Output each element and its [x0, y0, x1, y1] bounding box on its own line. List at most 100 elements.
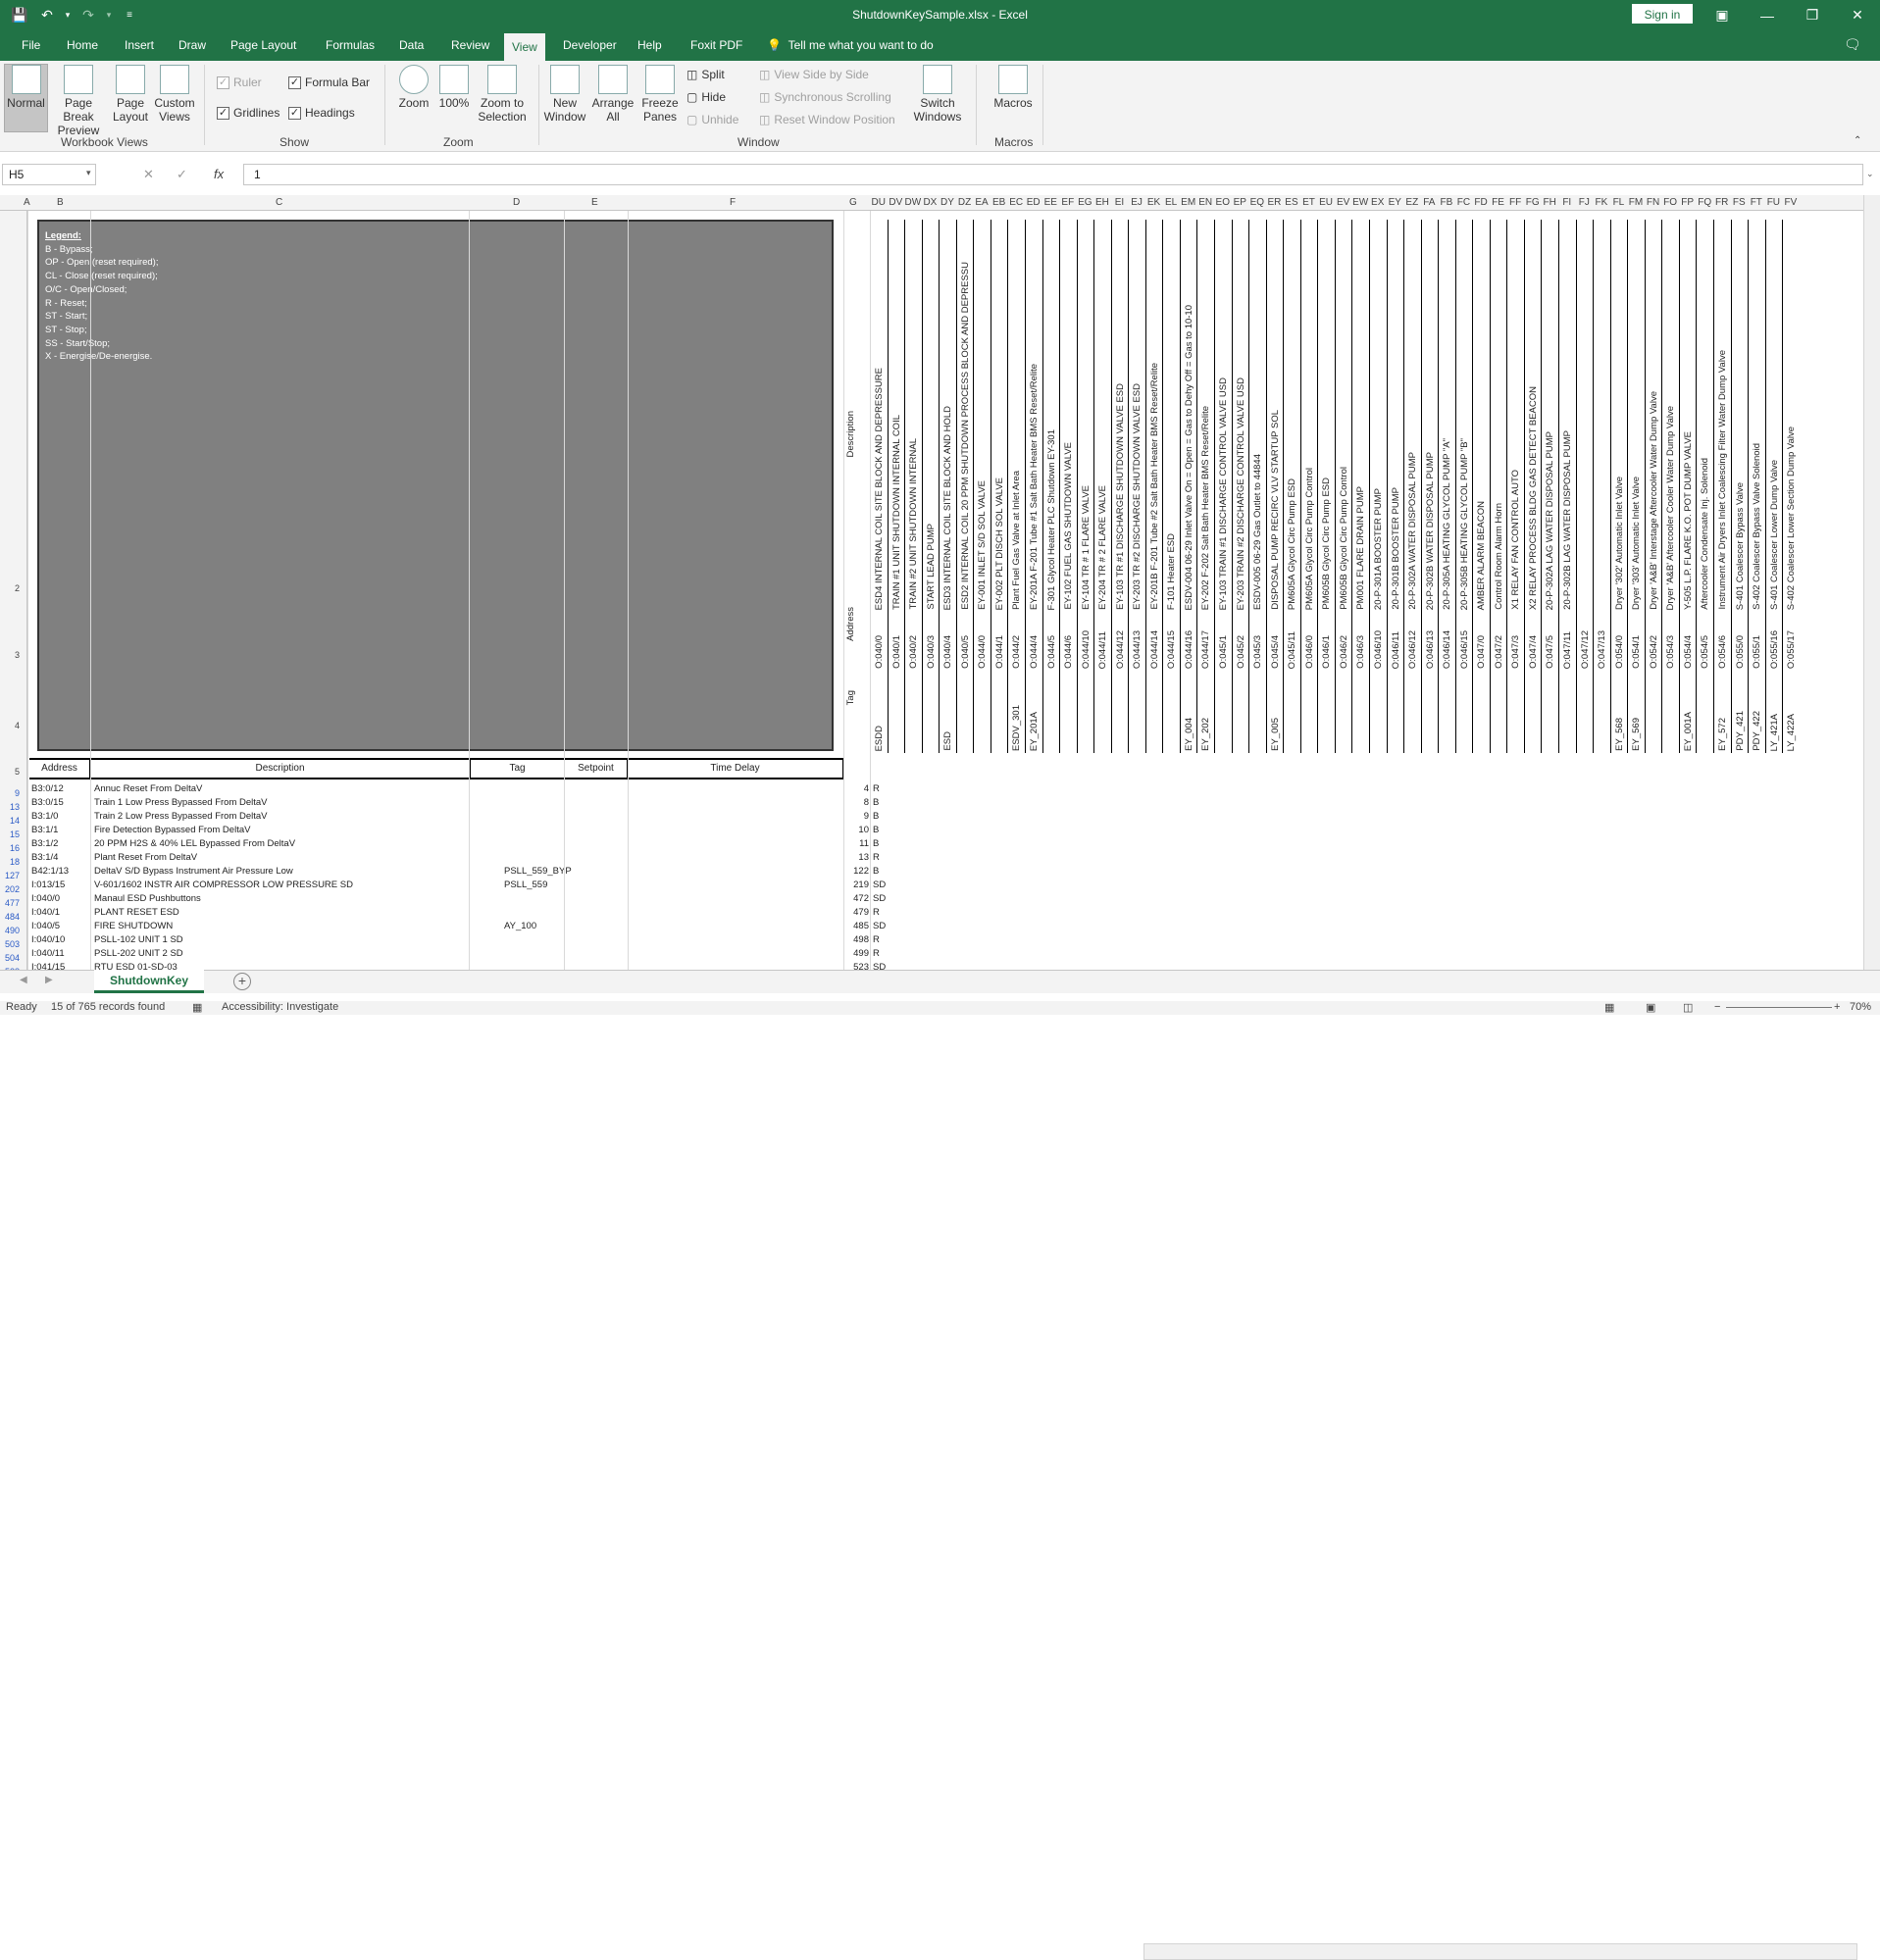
macro-record-icon[interactable]: ▦	[192, 1001, 202, 1014]
cell-du[interactable]: SD	[873, 961, 890, 970]
cancel-icon[interactable]: ✕	[143, 164, 154, 185]
scroll-tabs-right-icon[interactable]: ▶	[45, 975, 53, 985]
column-header[interactable]: FK	[1593, 197, 1610, 208]
cell-address[interactable]: B3:1/4	[31, 851, 88, 865]
accessibility-status[interactable]: Accessibility: Investigate	[222, 1001, 338, 1013]
scroll-tabs-left-icon[interactable]: ◀	[20, 975, 27, 985]
cell-g[interactable]: 498	[843, 933, 869, 947]
row-header[interactable]: 18	[0, 857, 20, 867]
tab-file[interactable]: File	[14, 30, 48, 61]
column-header[interactable]: FO	[1661, 197, 1679, 208]
expand-formula-icon[interactable]: ⌄	[1866, 169, 1874, 179]
column-header[interactable]: EM	[1180, 197, 1197, 208]
column-header[interactable]: FM	[1627, 197, 1645, 208]
cell-address[interactable]: I:041/15	[31, 961, 88, 970]
sign-in-button[interactable]: Sign in	[1632, 4, 1693, 24]
column-header[interactable]: EI	[1111, 197, 1129, 208]
row-header[interactable]: 503	[0, 939, 20, 949]
page-layout-button[interactable]: Page Layout	[111, 65, 150, 124]
tab-developer[interactable]: Developer	[555, 30, 625, 61]
column-header[interactable]: FA	[1421, 197, 1439, 208]
cell-tag[interactable]: PSLL_559	[504, 879, 592, 892]
cell-du[interactable]: R	[873, 933, 890, 947]
column-header[interactable]: DY	[939, 197, 956, 208]
comments-icon[interactable]: 🗨	[1844, 36, 1861, 53]
cell-description[interactable]: PLANT RESET ESD	[94, 906, 467, 920]
cell-g[interactable]: 13	[843, 851, 869, 865]
cell-tag[interactable]: AY_100	[504, 920, 592, 933]
cell-description[interactable]: V-601/1602 INSTR AIR COMPRESSOR LOW PRES…	[94, 879, 467, 892]
ribbon-display-icon[interactable]: ▣	[1700, 0, 1745, 30]
cell-du[interactable]: R	[873, 851, 890, 865]
cell-du[interactable]: B	[873, 796, 890, 810]
cell-g[interactable]: 9	[843, 810, 869, 824]
column-header[interactable]: FU	[1765, 197, 1783, 208]
tab-formulas[interactable]: Formulas	[318, 30, 382, 61]
vertical-scrollbar[interactable]	[1863, 195, 1880, 970]
column-header[interactable]: EW	[1351, 197, 1369, 208]
cell-du[interactable]: B	[873, 837, 890, 851]
column-header[interactable]: DW	[904, 197, 922, 208]
cell-address[interactable]: I:013/15	[31, 879, 88, 892]
sheet-tab-shutdownkey[interactable]: ShutdownKey	[94, 970, 204, 993]
row-header[interactable]: 3	[0, 650, 20, 660]
cell-g[interactable]: 10	[843, 824, 869, 837]
cell-description[interactable]: FIRE SHUTDOWN	[94, 920, 467, 933]
split-button[interactable]: ◫ Split	[686, 68, 725, 81]
formula-bar-checkbox[interactable]: ✓ Formula Bar	[288, 75, 370, 89]
cell-du[interactable]: R	[873, 947, 890, 961]
row-header[interactable]: 9	[0, 788, 20, 798]
row-header[interactable]: 5	[0, 767, 20, 777]
cell-description[interactable]: RTU ESD 01-SD-03	[94, 961, 467, 970]
column-header[interactable]: EH	[1093, 197, 1111, 208]
row-header[interactable]: 14	[0, 816, 20, 826]
cell-du[interactable]: SD	[873, 892, 890, 906]
column-header[interactable]: FS	[1731, 197, 1749, 208]
cell-address[interactable]: B42:1/13	[31, 865, 88, 879]
column-header[interactable]: EQ	[1248, 197, 1266, 208]
cell-du[interactable]: B	[873, 824, 890, 837]
tab-insert[interactable]: Insert	[117, 30, 162, 61]
worksheet-grid[interactable]: A B C D E F G DU DV DW DX DY DZ EA EB EC ED EE EF EG EH EI EJ E…	[0, 195, 1863, 970]
cell-description[interactable]: Train 1 Low Press Bypassed From DeltaV	[94, 796, 467, 810]
cell-g[interactable]: 479	[843, 906, 869, 920]
reset-window-position-button[interactable]: ◫ Reset Window Position	[759, 113, 895, 126]
new-window-button[interactable]: New Window	[542, 65, 587, 124]
cell-description[interactable]: Train 2 Low Press Bypassed From DeltaV	[94, 810, 467, 824]
column-header[interactable]: D	[513, 197, 520, 208]
cell-address[interactable]: B3:0/12	[31, 782, 88, 796]
cell-description[interactable]: PSLL-102 UNIT 1 SD	[94, 933, 467, 947]
column-header[interactable]: EV	[1335, 197, 1352, 208]
column-header[interactable]: DV	[888, 197, 905, 208]
column-header[interactable]: ED	[1025, 197, 1042, 208]
normal-view-status-icon[interactable]: ▦	[1604, 1001, 1614, 1014]
freeze-panes-button[interactable]: Freeze Panes	[637, 65, 683, 124]
column-header[interactable]: E	[591, 197, 598, 208]
column-header[interactable]: EP	[1232, 197, 1249, 208]
page-break-status-icon[interactable]: ◫	[1683, 1001, 1693, 1014]
cell-description[interactable]: DeltaV S/D Bypass Instrument Air Pressur…	[94, 865, 467, 879]
switch-windows-button[interactable]: Switch Windows	[910, 65, 965, 124]
column-header[interactable]: EX	[1369, 197, 1387, 208]
column-header[interactable]: FE	[1490, 197, 1507, 208]
column-header[interactable]: EC	[1007, 197, 1025, 208]
row-header[interactable]: 4	[0, 721, 20, 730]
zoom-slider[interactable]	[1726, 1007, 1832, 1008]
close-icon[interactable]: ✕	[1835, 0, 1880, 30]
arrange-all-button[interactable]: Arrange All	[590, 65, 635, 124]
cell-du[interactable]: R	[873, 782, 890, 796]
name-box[interactable]: H5	[2, 164, 96, 185]
row-header[interactable]: 16	[0, 843, 20, 853]
cell-g[interactable]: 499	[843, 947, 869, 961]
enter-icon[interactable]: ✓	[177, 164, 187, 185]
tab-review[interactable]: Review	[443, 30, 497, 61]
column-header[interactable]: G	[849, 197, 857, 208]
column-header[interactable]: EJ	[1128, 197, 1145, 208]
column-header[interactable]: ES	[1283, 197, 1300, 208]
column-header[interactable]: ER	[1266, 197, 1284, 208]
row-header[interactable]: 2	[0, 583, 20, 593]
horizontal-scrollbar[interactable]	[1143, 1943, 1857, 1960]
row-header[interactable]: 484	[0, 912, 20, 922]
row-header[interactable]: 477	[0, 898, 20, 908]
cell-address[interactable]: B3:1/0	[31, 810, 88, 824]
